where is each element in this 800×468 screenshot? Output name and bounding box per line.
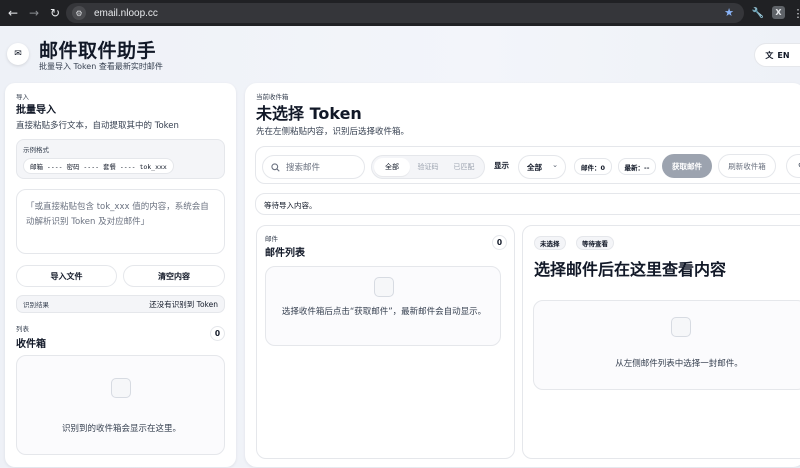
format-example: 邮箱 ---- 密码 ---- 套餐 ---- tok_xxx <box>23 158 174 174</box>
mail-list-title: 邮件列表 <box>265 248 305 259</box>
translate-icon: 文 <box>765 50 774 60</box>
extensions-puzzle-icon[interactable]: ⋮ <box>790 5 800 21</box>
mailbox-description: 先在左侧粘贴内容，识别后选择收件箱。 <box>256 127 410 137</box>
search-icon <box>271 162 280 172</box>
mailbox-panel: 当前收件箱 未选择 Token 先在左侧粘贴内容，识别后选择收件箱。 搜索邮件 … <box>245 83 800 467</box>
result-label: 识别结果 <box>23 301 49 309</box>
chevron-down-icon: ⌄ <box>552 161 558 169</box>
viewer-title: 选择邮件后在这里查看内容 <box>534 260 727 279</box>
tag-waiting: 等待查看 <box>576 236 614 250</box>
format-label: 示例格式 <box>23 146 49 154</box>
search-placeholder: 搜索邮件 <box>286 163 321 173</box>
mailbox-title: 未选择 Token <box>256 104 362 123</box>
extension-wrench-icon[interactable]: 🔧 <box>750 5 766 21</box>
inbox-count-badge: 0 <box>210 326 225 341</box>
reset-icon[interactable]: ↺ <box>786 154 800 178</box>
viewer-empty-state: 从左侧邮件列表中选择一封邮件。 <box>533 300 800 390</box>
extension-x-icon[interactable]: X <box>772 6 785 19</box>
import-title: 批量导入 <box>16 105 56 116</box>
latest-chip: 最新：-- <box>618 158 656 175</box>
token-textarea[interactable]: 「或直接粘贴包含 tok_xxx 值的内容，系统会自动解析识别 Token 及对… <box>16 189 225 254</box>
browser-toolbar: ← → ↻ ⚙ email.nloop.cc ★ 🔧 X ⋮ <box>0 0 800 26</box>
filter-matched-tab[interactable]: 已匹配 <box>446 162 482 172</box>
result-value: 还没有识别到 Token <box>149 299 218 309</box>
language-label: EN <box>777 50 790 60</box>
reload-icon[interactable]: ↻ <box>47 5 63 21</box>
inbox-empty-state: 识别到的收件箱会显示在这里。 <box>16 355 225 455</box>
address-url: email.nloop.cc <box>94 7 158 19</box>
tag-unselected: 未选择 <box>534 236 566 250</box>
inbox-empty-text: 识别到的收件箱会显示在这里。 <box>61 424 181 434</box>
mail-toolbar: 搜索邮件 全部 验证码 已匹配 显示 全部 ⌄ 邮件：0 最新：-- 获取邮件 … <box>255 146 800 184</box>
site-info-icon[interactable]: ⚙ <box>72 6 86 20</box>
mail-viewer-panel: 未选择 等待查看 选择邮件后在这里查看内容 从左侧邮件列表中选择一封邮件。 <box>522 225 800 459</box>
mail-list-empty-state: 选择收件箱后点击“获取邮件”，最新邮件会自动显示。 <box>265 266 501 346</box>
app-title: 邮件取件助手 <box>39 40 157 62</box>
filter-segmented-control: 全部 验证码 已匹配 <box>371 155 485 179</box>
import-file-button[interactable]: 导入文件 <box>16 265 117 287</box>
filter-code-tab[interactable]: 验证码 <box>410 162 446 172</box>
filter-all-tab[interactable]: 全部 <box>374 158 410 176</box>
inbox-eyebrow: 列表 <box>16 325 29 333</box>
import-eyebrow: 导入 <box>16 93 29 101</box>
recognition-result-bar: 识别结果 还没有识别到 Token <box>16 295 225 313</box>
mail-list-eyebrow: 邮件 <box>265 235 278 243</box>
refresh-inbox-button[interactable]: 刷新收件箱 <box>718 154 776 178</box>
import-panel: 导入 批量导入 直接粘贴多行文本，自动提取其中的 Token 示例格式 邮箱 -… <box>5 83 236 467</box>
forward-icon[interactable]: → <box>26 5 42 21</box>
empty-inbox-icon <box>111 378 131 398</box>
viewer-empty-text: 从左侧邮件列表中选择一封邮件。 <box>615 359 743 369</box>
search-input[interactable]: 搜索邮件 <box>262 155 365 179</box>
mail-list-empty-text: 选择收件箱后点击“获取邮件”，最新邮件会自动显示。 <box>281 307 487 317</box>
inbox-title: 收件箱 <box>16 339 46 350</box>
clear-content-button[interactable]: 清空内容 <box>123 265 225 287</box>
mail-list-panel: 邮件 邮件列表 0 选择收件箱后点击“获取邮件”，最新邮件会自动显示。 <box>256 225 515 459</box>
language-toggle-button[interactable]: 文 EN <box>754 43 800 67</box>
empty-mail-icon <box>374 277 394 297</box>
app-subtitle: 批量导入 Token 查看最新实时邮件 <box>39 62 163 71</box>
display-select[interactable]: 全部 ⌄ <box>518 155 566 179</box>
mail-logo-icon: ✉ <box>7 43 29 65</box>
bookmark-star-icon[interactable]: ★ <box>724 6 734 19</box>
fetch-mail-button[interactable]: 获取邮件 <box>662 154 712 178</box>
empty-viewer-icon <box>671 317 691 337</box>
address-bar[interactable]: ⚙ email.nloop.cc ★ <box>66 3 744 23</box>
back-icon[interactable]: ← <box>5 5 21 21</box>
display-select-value: 全部 <box>527 162 542 172</box>
status-text: 等待导入内容。 <box>264 201 317 210</box>
format-example-box: 示例格式 邮箱 ---- 密码 ---- 套餐 ---- tok_xxx <box>16 139 225 179</box>
app-page: ✉ 邮件取件助手 批量导入 Token 查看最新实时邮件 文 EN 导入 批量导… <box>0 26 800 468</box>
status-bar: 等待导入内容。 <box>255 193 800 215</box>
display-label: 显示 <box>494 161 509 170</box>
mail-count-chip: 邮件：0 <box>574 158 612 175</box>
import-description: 直接粘贴多行文本，自动提取其中的 Token <box>16 121 179 131</box>
mail-list-count-badge: 0 <box>492 235 507 250</box>
